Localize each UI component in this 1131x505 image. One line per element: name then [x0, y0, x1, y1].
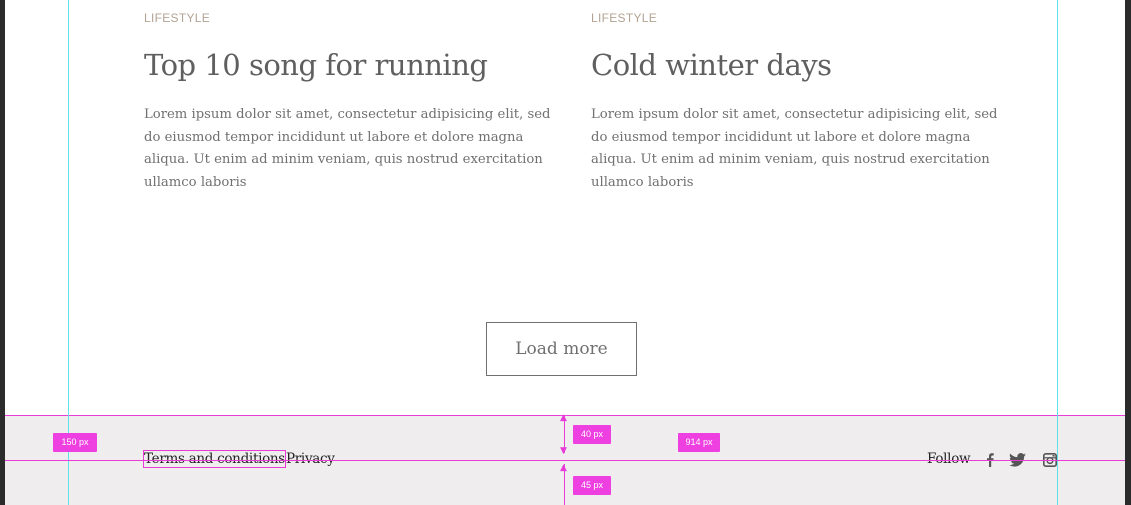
padding-badge: 40 px	[573, 425, 611, 444]
article-excerpt: Lorem ipsum dolor sit amet, consectetur …	[144, 107, 551, 190]
article-title[interactable]: Top 10 song for running	[144, 47, 564, 83]
load-more-button[interactable]: Load more	[486, 322, 637, 376]
terms-link[interactable]: Terms and conditions	[143, 450, 286, 468]
article-card[interactable]: LIFESTYLE Cold winter days Lorem ipsum d…	[591, 10, 1011, 194]
article-category[interactable]: LIFESTYLE	[591, 10, 1011, 26]
privacy-link[interactable]: Privacy	[286, 451, 335, 467]
article-excerpt: Lorem ipsum dolor sit amet, consectetur …	[591, 107, 998, 190]
article-category[interactable]: LIFESTYLE	[144, 10, 564, 26]
window-edge	[1125, 0, 1131, 505]
width-badge: 914 px	[678, 433, 720, 452]
follow-label: Follow	[927, 451, 971, 467]
measure-line-horizontal	[5, 460, 1125, 461]
arrow-up-icon: ▲	[560, 413, 567, 423]
page-canvas: LIFESTYLE Top 10 song for running Lorem …	[5, 0, 1125, 505]
padding-badge: 45 px	[573, 476, 611, 495]
layout-guide-left	[68, 0, 69, 505]
arrow-down-icon: ▼	[560, 446, 567, 456]
article-title[interactable]: Cold winter days	[591, 47, 1011, 83]
margin-badge: 150 px	[53, 433, 97, 452]
arrow-up-icon: ▲	[560, 463, 567, 473]
layout-guide-right	[1057, 0, 1058, 505]
article-card[interactable]: LIFESTYLE Top 10 song for running Lorem …	[144, 10, 564, 194]
